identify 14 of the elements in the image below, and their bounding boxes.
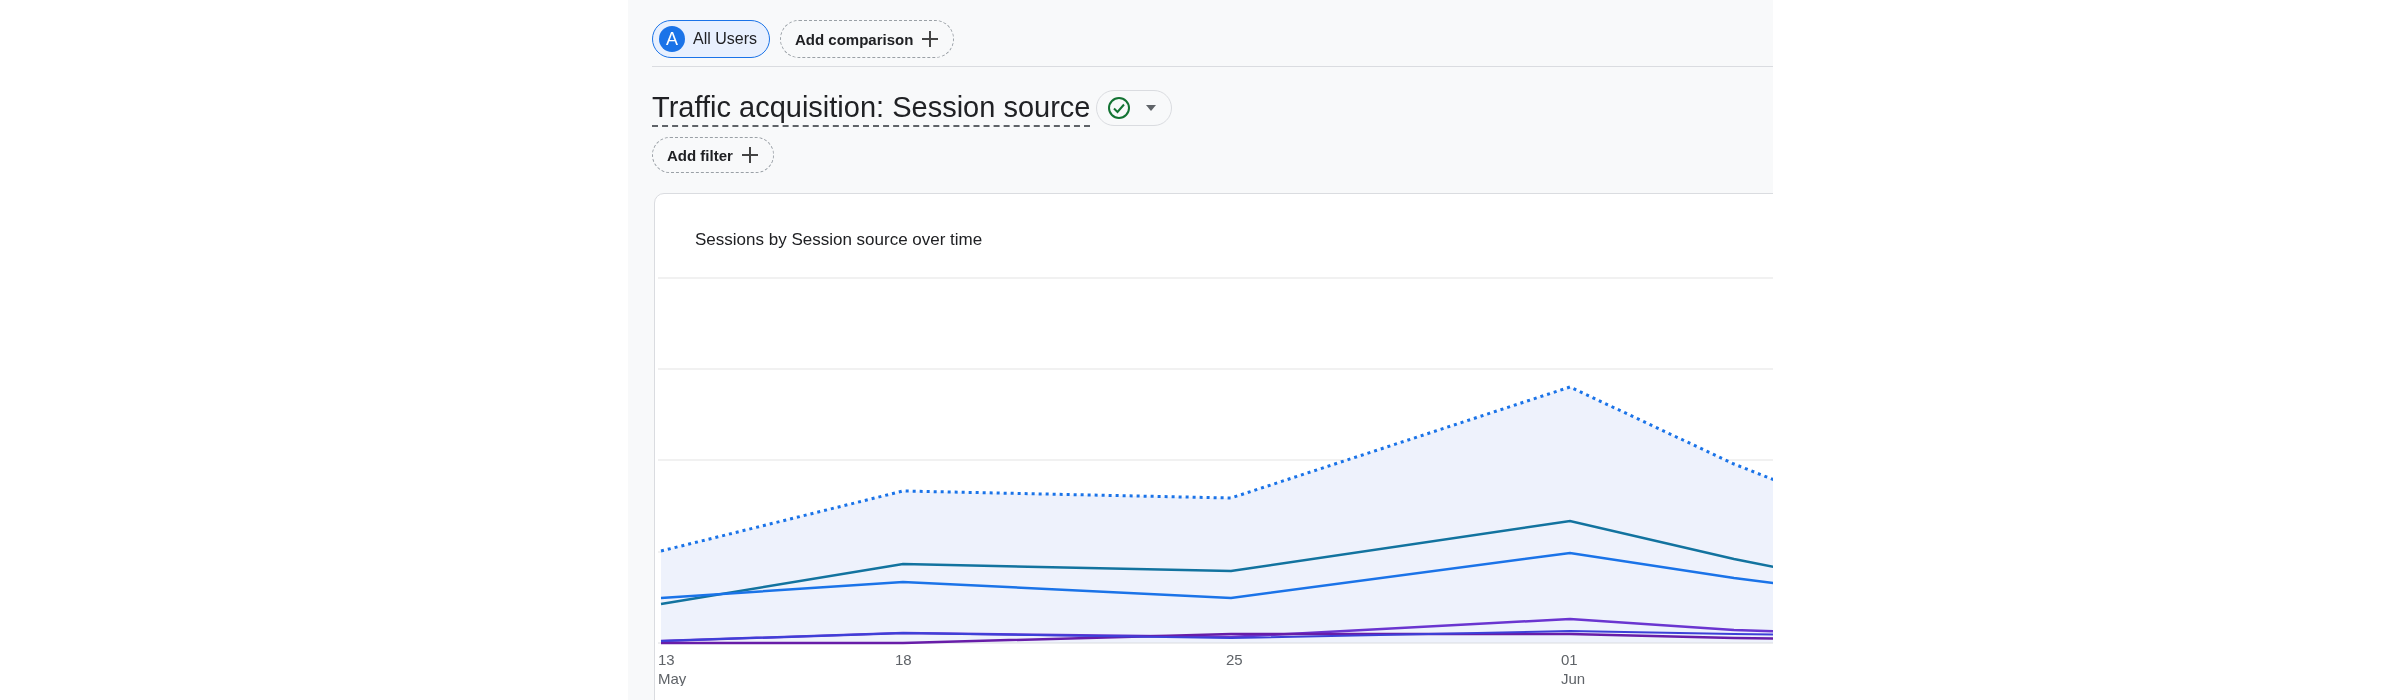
axis-label: Jun — [1561, 670, 1586, 686]
axis-label: 18 — [895, 651, 912, 668]
check-circle-icon — [1107, 96, 1132, 120]
plus-icon — [921, 30, 940, 48]
plus-icon — [740, 146, 759, 164]
avatar-letter: A — [659, 26, 685, 52]
axis-label: 25 — [1226, 651, 1243, 668]
report-title[interactable]: Traffic acquisition: Session source — [652, 89, 1091, 127]
chart-title: Sessions by Session source over time — [695, 229, 984, 251]
axis-label: 01 — [1561, 651, 1578, 668]
segment-chip[interactable]: A All Users — [652, 20, 770, 58]
caret-icon — [1145, 104, 1158, 112]
axis-label: 13 — [658, 651, 675, 668]
chip-label: All Users — [693, 30, 757, 48]
